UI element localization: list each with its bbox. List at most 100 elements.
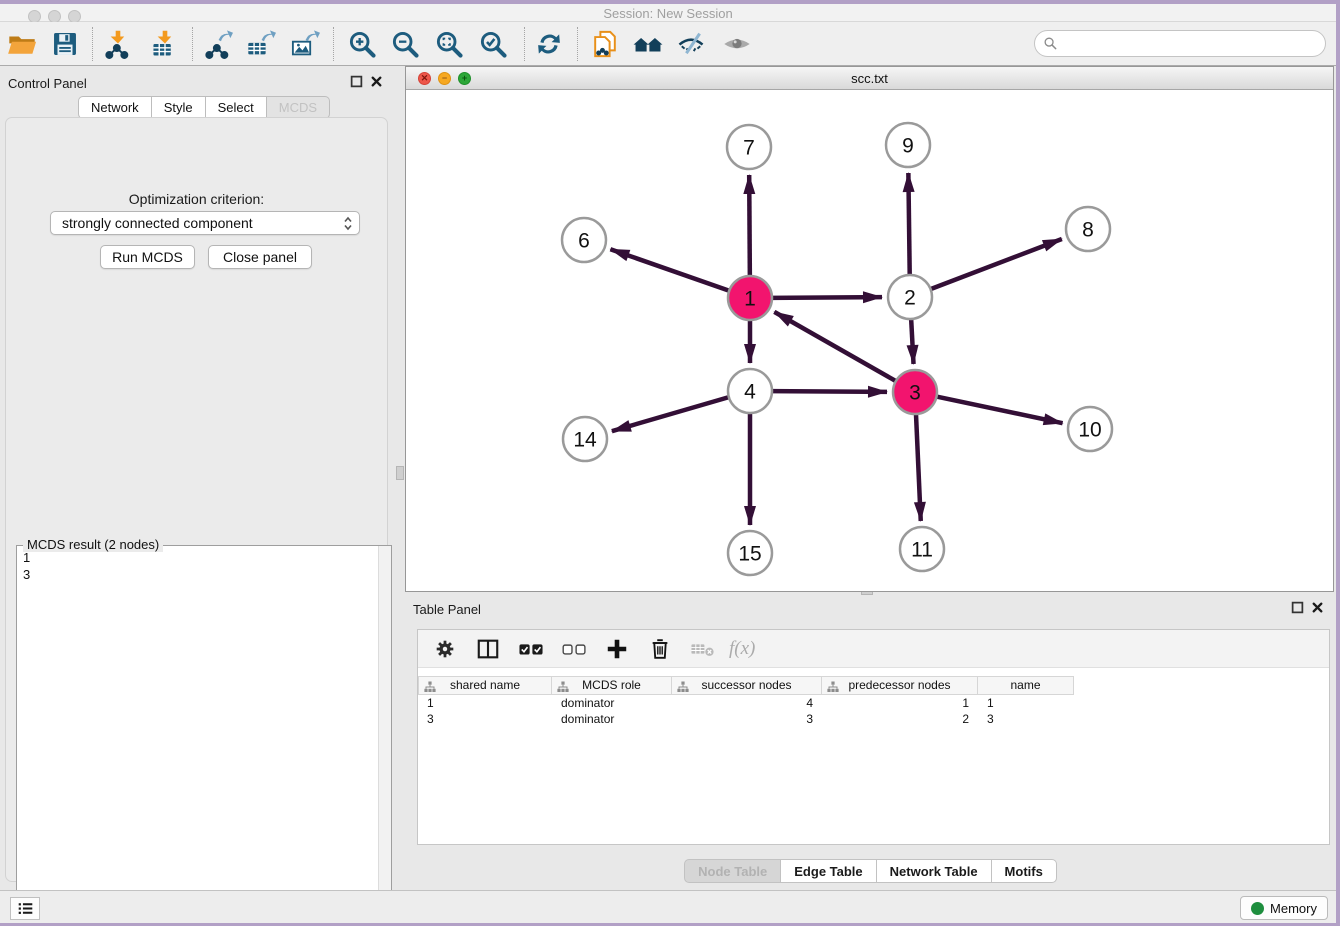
column-tree-icon [557,681,569,693]
graph-node-11[interactable]: 11 [900,527,944,571]
graph-node-8[interactable]: 8 [1066,207,1110,251]
eye-icon [722,29,752,59]
column-header-successor-nodes[interactable]: successor nodes [672,676,822,695]
graph-node-15[interactable]: 15 [728,531,772,575]
zoom-out-button[interactable] [388,27,422,61]
export-table-button[interactable] [244,27,278,61]
tab-node-table[interactable]: Node Table [684,859,781,883]
copy-network-button[interactable] [588,27,622,61]
optimization-criterion-select[interactable]: strongly connected component [50,211,360,235]
tab-motifs[interactable]: Motifs [992,859,1057,883]
zoom-fit-button[interactable] [432,27,466,61]
export-network-button[interactable] [201,27,235,61]
tab-network[interactable]: Network [78,96,152,119]
float-panel-icon[interactable] [350,75,363,88]
table-header-row: shared nameMCDS role successor nodes prede… [418,676,1074,695]
column-header-name[interactable]: name [978,676,1074,695]
search-box[interactable] [1034,30,1326,57]
table-tabs: Node TableEdge TableNetwork TableMotifs [405,859,1336,885]
table-cell[interactable]: 1 [418,695,552,711]
tab-edge-table[interactable]: Edge Table [781,859,876,883]
gear-button[interactable] [428,634,462,664]
import-table-icon [150,29,180,59]
import-network-button[interactable] [101,27,135,61]
select-all-button[interactable] [514,634,548,664]
deselect-all-button[interactable] [557,634,591,664]
graph-node-9[interactable]: 9 [886,123,930,167]
graph-node-7[interactable]: 7 [727,125,771,169]
graph-edge-2-3[interactable] [911,319,913,364]
home-pair-button[interactable] [631,27,665,61]
graph-edge-3-10[interactable] [937,397,1063,424]
column-header-shared-name[interactable]: shared name [418,676,552,695]
mcds-result-scrollbar[interactable] [378,546,391,922]
memory-button[interactable]: Memory [1240,896,1328,920]
function-builder-icon[interactable]: f(x) [729,638,755,660]
column-header-MCDS-role[interactable]: MCDS role [552,676,672,695]
vertical-splitter-grip[interactable] [396,466,404,480]
task-history-button[interactable] [10,897,40,920]
graph-node-6[interactable]: 6 [562,218,606,262]
table-cell[interactable]: dominator [552,695,672,711]
graph-edge-3-1[interactable] [774,312,896,381]
graph-edge-1-7[interactable] [749,175,750,276]
graph-node-3[interactable]: 3 [893,370,937,414]
tab-mcds[interactable]: MCDS [267,96,330,119]
table-cell[interactable]: 1 [822,695,978,711]
table-cell[interactable]: 4 [672,695,822,711]
graph-node-10[interactable]: 10 [1068,407,1112,451]
graph-edge-2-9[interactable] [908,173,909,275]
table-cell[interactable]: 1 [978,695,1074,711]
export-image-button[interactable] [288,27,322,61]
close-panel-button[interactable]: Close panel [208,245,312,269]
table-cell[interactable]: dominator [552,711,672,727]
import-table-button[interactable] [148,27,182,61]
graph-node-4[interactable]: 4 [728,369,772,413]
eye-slash-button[interactable] [674,27,708,61]
run-mcds-button[interactable]: Run MCDS [100,245,195,269]
table-row[interactable]: 1dominator411 [418,695,1074,711]
application-window: Session: New Session Control Panel Netwo… [0,4,1336,923]
graph-node-14[interactable]: 14 [563,417,607,461]
save-floppy-button[interactable] [48,27,82,61]
eye-slash-icon [676,29,706,59]
table-row[interactable]: 3dominator323 [418,711,1074,727]
mcds-result-text: 1 3 [17,546,378,922]
export-table-icon [246,29,276,59]
network-window-title: scc.txt [406,71,1333,86]
eye-button[interactable] [720,27,754,61]
table-cell[interactable]: 3 [978,711,1074,727]
graph-node-label: 2 [904,287,916,310]
close-panel-icon[interactable] [370,75,383,88]
network-window-titlebar[interactable]: ✕ − + scc.txt [406,67,1333,90]
graph-node-1[interactable]: 1 [728,276,772,320]
search-input[interactable] [1058,36,1325,51]
graph-edge-4-3[interactable] [772,391,887,392]
graph-edge-3-11[interactable] [916,414,921,521]
table-cell[interactable]: 3 [672,711,822,727]
split-pane-button[interactable] [471,634,505,664]
open-folder-icon [7,29,37,59]
graph-node-2[interactable]: 2 [888,275,932,319]
tab-style[interactable]: Style [152,96,206,119]
float-table-panel-icon[interactable] [1291,601,1304,614]
tab-network-table[interactable]: Network Table [877,859,992,883]
graph-edge-1-6[interactable] [610,249,729,291]
zoom-in-button[interactable] [345,27,379,61]
delete-button[interactable] [643,634,677,664]
app-titlebar: Session: New Session [0,4,1336,22]
open-folder-button[interactable] [5,27,39,61]
tab-select[interactable]: Select [206,96,267,119]
zoom-selected-button[interactable] [476,27,510,61]
column-header-label: successor nodes [701,678,791,692]
table-cell[interactable]: 2 [822,711,978,727]
graph-edge-2-8[interactable] [931,239,1062,289]
refresh-button[interactable] [532,27,566,61]
table-cell[interactable]: 3 [418,711,552,727]
graph-edge-4-14[interactable] [612,397,729,431]
column-header-predecessor-nodes[interactable]: predecessor nodes [822,676,978,695]
network-canvas[interactable]: 1 2 3 4 6 7 8 9 10 11 14 15 [406,90,1333,591]
graph-edge-1-2[interactable] [772,297,882,298]
add-column-button[interactable] [600,634,634,664]
close-table-panel-icon[interactable] [1311,601,1324,614]
